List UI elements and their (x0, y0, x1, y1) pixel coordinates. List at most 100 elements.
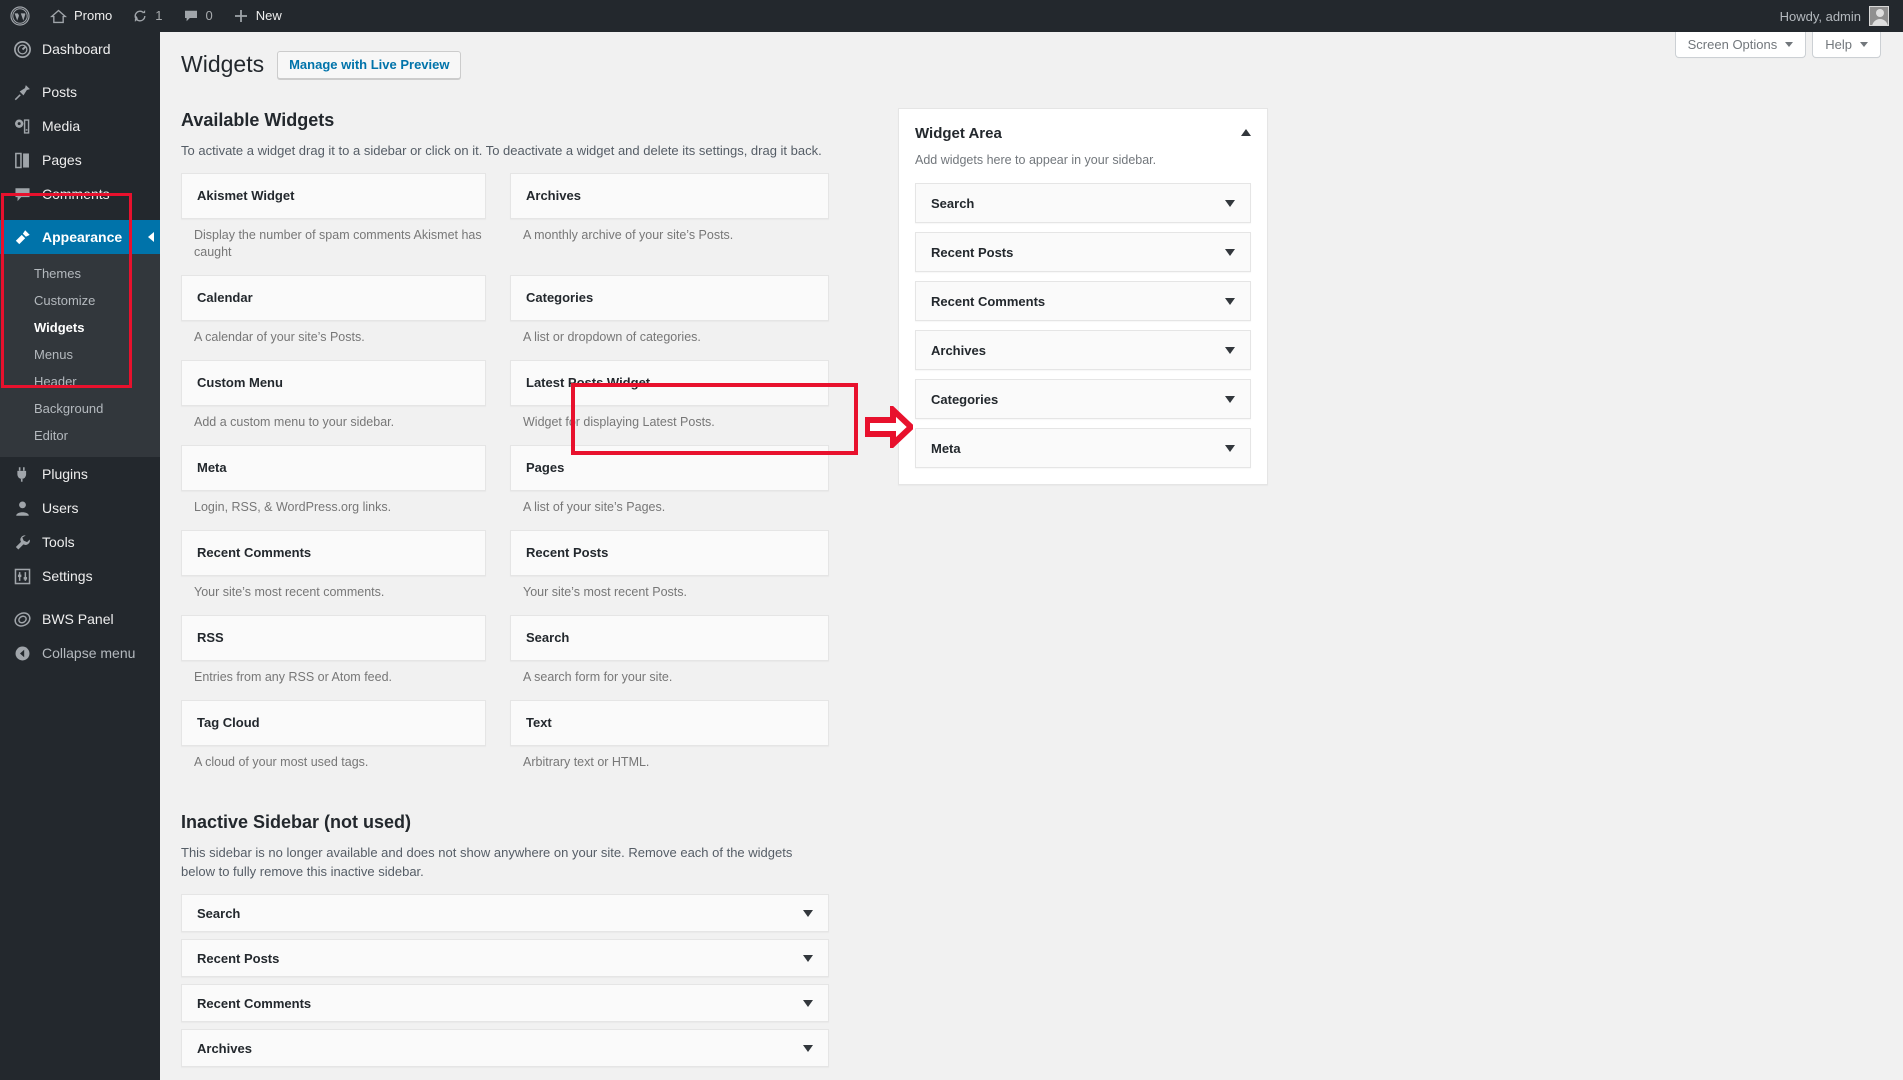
widget-description: Add a custom menu to your sidebar. (194, 415, 395, 429)
submenu-item-header[interactable]: Header (0, 368, 160, 395)
inactive-sidebar-section: Inactive Sidebar (not used) This sidebar… (181, 810, 829, 1067)
submenu-arrow-icon (148, 232, 154, 242)
widget-name: Custom Menu (197, 375, 283, 390)
available-widget-cell: Recent Comments Your site’s most recent … (181, 530, 505, 615)
chevron-down-icon[interactable] (803, 954, 813, 962)
sidebar-item-posts[interactable]: Posts (0, 75, 160, 109)
inactive-widget-recent-comments[interactable]: Recent Comments (181, 984, 829, 1022)
widget-description: Entries from any RSS or Atom feed. (194, 670, 392, 684)
chevron-down-icon[interactable] (803, 1044, 813, 1052)
sidebar-item-label: Media (42, 118, 81, 134)
widget-search[interactable]: Search (510, 615, 829, 661)
area-widget-recent-posts[interactable]: Recent Posts (915, 232, 1251, 272)
bws-panel-icon (12, 609, 32, 629)
wp-logo-menu[interactable] (0, 0, 40, 32)
inactive-widget-archives[interactable]: Archives (181, 1029, 829, 1067)
widget-rss[interactable]: RSS (181, 615, 486, 661)
area-widget-archives[interactable]: Archives (915, 330, 1251, 370)
widget-name: Archives (526, 188, 581, 203)
submenu-item-widgets[interactable]: Widgets (0, 314, 160, 341)
chevron-down-icon[interactable] (1225, 444, 1235, 452)
new-content-menu[interactable]: New (223, 0, 292, 32)
submenu-item-editor[interactable]: Editor (0, 422, 160, 449)
widget-text[interactable]: Text (510, 700, 829, 746)
chevron-down-icon[interactable] (803, 909, 813, 917)
submenu-item-themes[interactable]: Themes (0, 260, 160, 287)
submenu-item-background[interactable]: Background (0, 395, 160, 422)
widget-name: Recent Comments (197, 995, 312, 1011)
sidebar-item-label: Comments (42, 186, 110, 202)
widget-akismet-widget[interactable]: Akismet Widget (181, 173, 486, 219)
chevron-down-icon[interactable] (1225, 248, 1235, 256)
updates-menu[interactable]: 1 (122, 0, 172, 32)
chevron-down-icon[interactable] (1225, 346, 1235, 354)
widget-name: Archives (197, 1040, 252, 1056)
submenu-item-menus[interactable]: Menus (0, 341, 160, 368)
sidebar-item-dashboard[interactable]: Dashboard (0, 32, 160, 66)
sidebar-item-tools[interactable]: Tools (0, 525, 160, 559)
sidebar-item-bws-panel[interactable]: BWS Panel (0, 602, 160, 636)
widget-meta[interactable]: Meta (181, 445, 486, 491)
sidebar-item-media[interactable]: Media (0, 109, 160, 143)
chevron-down-icon (1785, 42, 1794, 47)
widget-latest-posts-widget[interactable]: Latest Posts Widget (510, 360, 829, 406)
chevron-up-icon[interactable] (1241, 129, 1251, 136)
my-account-menu[interactable]: Howdy, admin (1780, 6, 1903, 26)
widget-description: A calendar of your site’s Posts. (194, 330, 365, 344)
wordpress-logo-icon (10, 6, 30, 26)
manage-with-live-preview-button[interactable]: Manage with Live Preview (277, 50, 462, 79)
posts-pin-icon (12, 82, 32, 102)
inactive-widget-recent-posts[interactable]: Recent Posts (181, 939, 829, 977)
sidebar-item-comments[interactable]: Comments (0, 177, 160, 211)
widget-tag-cloud[interactable]: Tag Cloud (181, 700, 486, 746)
site-name-menu[interactable]: Promo (40, 0, 122, 32)
widget-name: Akismet Widget (197, 188, 295, 203)
available-widgets-grid: Akismet Widget Display the number of spa… (181, 173, 829, 785)
sidebar-item-collapse-menu[interactable]: Collapse menu (0, 636, 160, 670)
inactive-widget-search[interactable]: Search (181, 894, 829, 932)
chevron-down-icon[interactable] (803, 999, 813, 1007)
plugins-plug-icon (12, 464, 32, 484)
available-widget-cell: Recent Posts Your site’s most recent Pos… (505, 530, 829, 615)
sidebar-item-plugins[interactable]: Plugins (0, 457, 160, 491)
help-button[interactable]: Help (1812, 32, 1881, 58)
comments-menu[interactable]: 0 (173, 0, 223, 32)
sidebar-item-appearance[interactable]: Appearance (0, 220, 160, 254)
available-widget-cell: Meta Login, RSS, & WordPress.org links. (181, 445, 505, 530)
widget-calendar[interactable]: Calendar (181, 275, 486, 321)
widget-custom-menu[interactable]: Custom Menu (181, 360, 486, 406)
widget-description: A list of your site’s Pages. (523, 500, 666, 514)
widget-categories[interactable]: Categories (510, 275, 829, 321)
area-widget-search[interactable]: Search (915, 183, 1251, 223)
chevron-down-icon[interactable] (1225, 297, 1235, 305)
sidebar-item-label: Plugins (42, 466, 88, 482)
area-widget-categories[interactable]: Categories (915, 379, 1251, 419)
area-widget-recent-comments[interactable]: Recent Comments (915, 281, 1251, 321)
widget-name: Recent Comments (931, 293, 1046, 309)
widget-name: Calendar (197, 290, 253, 305)
widget-pages[interactable]: Pages (510, 445, 829, 491)
widget-name: Search (931, 195, 975, 211)
chevron-down-icon[interactable] (1225, 395, 1235, 403)
sidebar-item-pages[interactable]: Pages (0, 143, 160, 177)
sidebar-item-label: Collapse menu (42, 645, 136, 661)
sidebars-column: Widget Area Add widgets here to appear i… (898, 108, 1268, 485)
available-widgets-heading: Available Widgets (181, 110, 335, 130)
available-widget-cell: Pages A list of your site’s Pages. (505, 445, 829, 530)
screen-options-button[interactable]: Screen Options (1674, 32, 1807, 58)
widget-area-description: Add widgets here to appear in your sideb… (915, 153, 1157, 167)
main-content: Screen Options Help Widgets Manage with … (160, 32, 1903, 1080)
area-widget-meta[interactable]: Meta (915, 428, 1251, 468)
available-widgets-description: To activate a widget drag it to a sideba… (181, 143, 822, 158)
sidebar-item-users[interactable]: Users (0, 491, 160, 525)
widget-recent-comments[interactable]: Recent Comments (181, 530, 486, 576)
widget-name: Latest Posts Widget (526, 375, 651, 390)
chevron-down-icon[interactable] (1225, 199, 1235, 207)
pages-icon (12, 150, 32, 170)
sidebar-item-settings[interactable]: Settings (0, 559, 160, 593)
appearance-brush-icon (12, 227, 32, 247)
widget-archives[interactable]: Archives (510, 173, 829, 219)
widget-recent-posts[interactable]: Recent Posts (510, 530, 829, 576)
submenu-item-customize[interactable]: Customize (0, 287, 160, 314)
home-icon (50, 8, 67, 25)
